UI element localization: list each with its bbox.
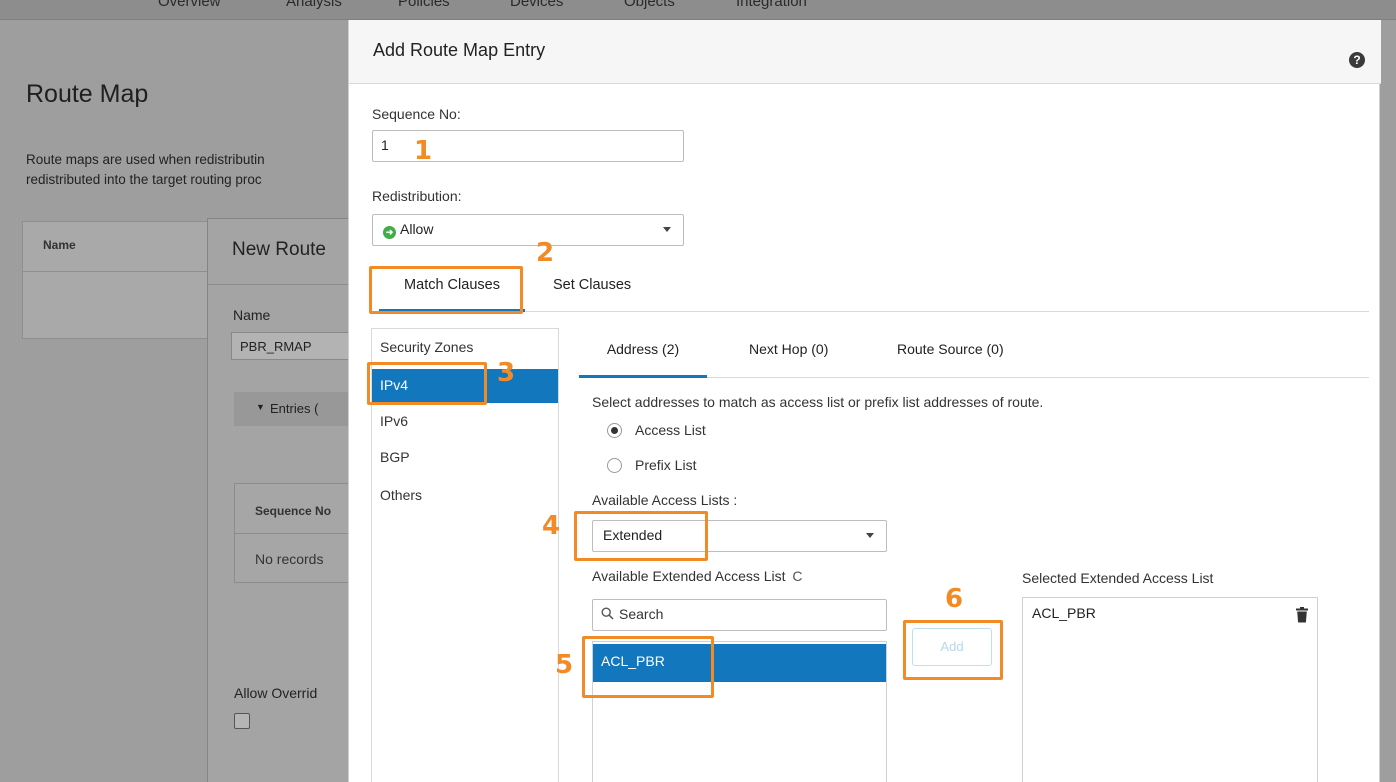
empty-message: No records xyxy=(255,551,324,567)
page-description: Route maps are used when redistributin r… xyxy=(26,150,356,190)
prefix-list-label: Prefix List xyxy=(635,457,697,473)
category-security-zones[interactable]: Security Zones xyxy=(372,331,558,365)
tab-route-source[interactable]: Route Source (0) xyxy=(897,332,1004,378)
top-nav: Overview Analysis Policies Devices Objec… xyxy=(0,0,1396,20)
available-extended-text: Available Extended Access List xyxy=(592,568,786,584)
nav-item-overview[interactable]: Overview xyxy=(158,0,221,10)
search-icon xyxy=(601,607,614,620)
name-label: Name xyxy=(233,307,271,323)
allow-override-label: Allow Overrid xyxy=(234,685,318,701)
annotation-number-1: 1 xyxy=(414,136,433,166)
search-input[interactable]: Search xyxy=(592,599,887,631)
access-list-radio[interactable] xyxy=(607,423,622,438)
category-ipv6[interactable]: IPv6 xyxy=(372,405,558,439)
redistribution-label: Redistribution: xyxy=(372,188,462,204)
annotation-number-2: 2 xyxy=(536,238,555,268)
annotation-number-6: 6 xyxy=(945,584,964,614)
column-header-name: Name xyxy=(43,238,76,252)
selected-list-item: ACL_PBR xyxy=(1032,605,1096,621)
refresh-icon[interactable]: C xyxy=(792,568,802,584)
chevron-down-icon xyxy=(663,227,671,232)
annotation-number-5: 5 xyxy=(555,650,574,680)
entries-label: Entries ( xyxy=(270,401,319,416)
sequence-label: Sequence No: xyxy=(372,106,461,122)
annotation-box-3 xyxy=(367,362,487,405)
available-extended-label: Available Extended Access List C xyxy=(592,568,803,584)
trash-icon[interactable] xyxy=(1295,607,1309,623)
nav-item-devices[interactable]: Devices xyxy=(510,0,563,10)
nav-item-policies[interactable]: Policies xyxy=(398,0,450,10)
add-route-map-entry-dialog: Add Route Map Entry ? Sequence No: 1 Red… xyxy=(348,20,1381,782)
annotation-box-2 xyxy=(369,266,523,314)
page-description-line1: Route maps are used when redistributin xyxy=(26,152,265,167)
annotation-number-4: 4 xyxy=(542,511,561,541)
allow-arrow-icon: ➜ xyxy=(383,226,396,239)
tab-next-hop[interactable]: Next Hop (0) xyxy=(749,332,828,378)
prefix-list-radio[interactable] xyxy=(607,458,622,473)
redistribution-select[interactable]: ➜ Allow xyxy=(372,214,684,246)
selected-extended-list: ACL_PBR xyxy=(1022,597,1318,782)
available-access-lists-label: Available Access Lists : xyxy=(592,492,738,508)
annotation-box-6 xyxy=(903,620,1003,680)
caret-down-icon: ▼ xyxy=(256,402,265,412)
panel-title: New Route xyxy=(232,239,326,260)
help-icon[interactable]: ? xyxy=(1349,52,1365,68)
annotation-box-4 xyxy=(574,511,708,561)
nav-item-integration[interactable]: Integration xyxy=(736,0,807,10)
dialog-header: Add Route Map Entry ? xyxy=(349,20,1381,84)
page-description-line2: redistributed into the target routing pr… xyxy=(26,172,262,187)
tab-address[interactable]: Address (2) xyxy=(579,332,707,378)
nav-item-analysis[interactable]: Analysis xyxy=(286,0,342,10)
page-title: Route Map xyxy=(26,80,149,108)
dialog-title: Add Route Map Entry xyxy=(373,40,546,60)
selected-extended-label: Selected Extended Access List xyxy=(1022,570,1214,586)
annotation-box-5 xyxy=(582,636,714,698)
ipv4-sub-tabs: Address (2) Next Hop (0) Route Source (0… xyxy=(579,332,1369,378)
column-header-sequence: Sequence No xyxy=(255,504,332,518)
route-map-table: Name xyxy=(22,221,223,339)
category-bgp[interactable]: BGP xyxy=(372,441,558,475)
redistribution-value: Allow xyxy=(400,221,434,237)
access-list-label: Access List xyxy=(635,422,706,438)
tab-set-clauses[interactable]: Set Clauses xyxy=(553,268,631,312)
allow-override-checkbox[interactable] xyxy=(234,713,250,729)
annotation-number-3: 3 xyxy=(497,358,516,388)
address-instructions: Select addresses to match as access list… xyxy=(592,394,1044,410)
category-others[interactable]: Others xyxy=(372,479,558,513)
chevron-down-icon xyxy=(866,533,874,538)
search-placeholder: Search xyxy=(619,606,664,622)
nav-item-objects[interactable]: Objects xyxy=(624,0,675,10)
table-header: Name xyxy=(23,222,223,272)
